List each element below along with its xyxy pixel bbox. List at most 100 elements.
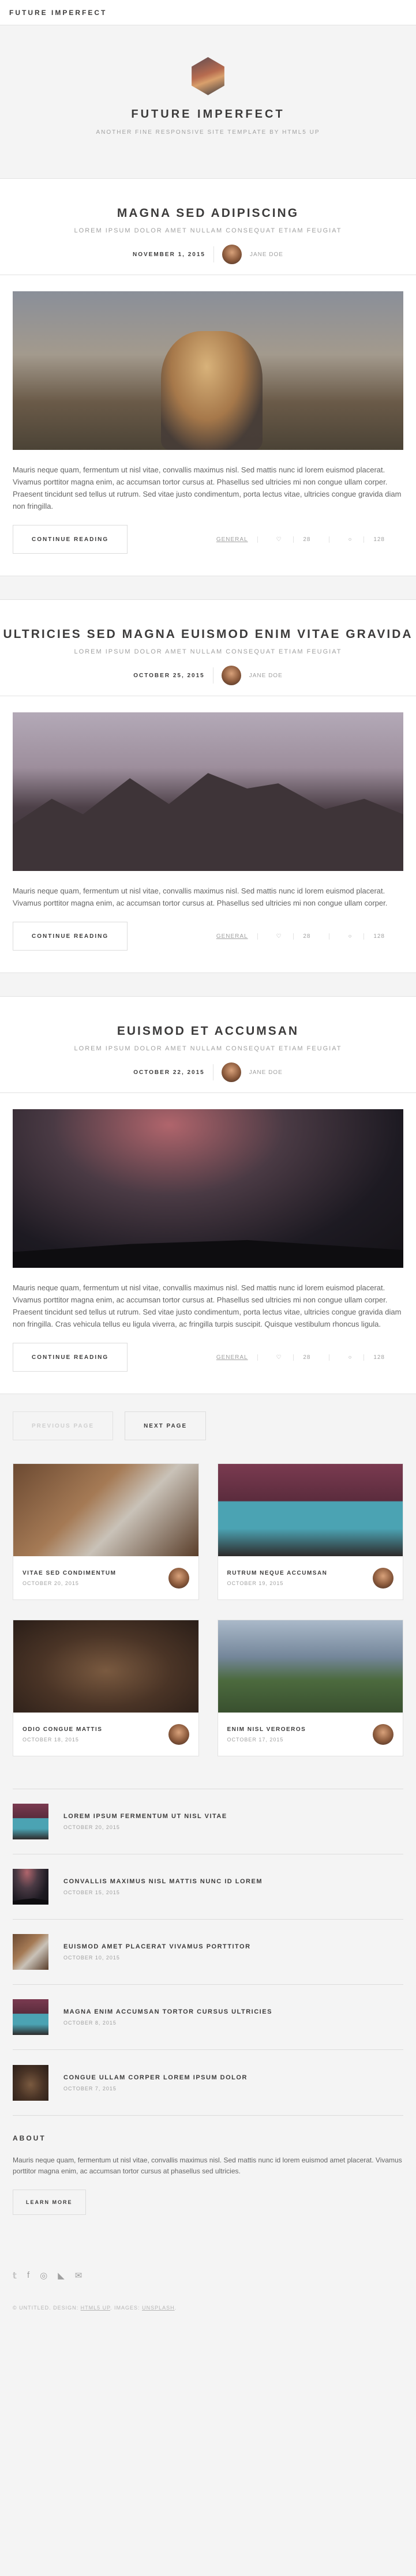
copyright-text: © UNTITLED. DESIGN:: [13, 2305, 79, 2311]
comments-count[interactable]: ○ 128: [329, 1354, 403, 1361]
comment-icon: ○: [348, 933, 355, 940]
mini-post-body: VITAE SED CONDIMENTUM OCTOBER 20, 2015: [13, 1556, 198, 1599]
list-item-title[interactable]: CONGUE ULLAM CORPER LOREM IPSUM DOLOR: [63, 2074, 248, 2081]
email-icon[interactable]: ✉: [75, 2270, 83, 2281]
list-item-thumbnail[interactable]: [13, 2064, 48, 2101]
likes-value: 28: [293, 536, 320, 543]
post-date: OCTOBER 25, 2015: [133, 672, 205, 679]
facebook-icon[interactable]: f: [27, 2270, 29, 2281]
mini-post-title[interactable]: RUTRUM NEQUE ACCUMSAN: [227, 1570, 328, 1576]
comment-icon: ○: [348, 1354, 355, 1361]
author-avatar[interactable]: [373, 1567, 393, 1589]
mini-post-text: RUTRUM NEQUE ACCUMSAN OCTOBER 19, 2015: [227, 1570, 328, 1586]
mini-post-image[interactable]: [218, 1620, 403, 1713]
post-meta: OCTOBER 22, 2015 JANE DOE: [0, 1052, 416, 1092]
mini-post-title[interactable]: ODIO CONGUE MATTIS: [23, 1726, 102, 1733]
post-meta: OCTOBER 25, 2015 JANE DOE: [0, 655, 416, 696]
post-date: NOVEMBER 1, 2015: [133, 251, 205, 258]
instagram-icon[interactable]: ◎: [40, 2270, 47, 2281]
post-title[interactable]: MAGNA SED ADIPISCING: [0, 206, 416, 220]
list-item-thumbnail[interactable]: [13, 1804, 48, 1839]
post-image[interactable]: [13, 1109, 403, 1268]
mini-post-image[interactable]: [218, 1464, 403, 1556]
author-name[interactable]: JANE DOE: [249, 673, 283, 679]
mini-post-title[interactable]: VITAE SED CONDIMENTUM: [23, 1570, 116, 1576]
likes-value: 28: [293, 1354, 320, 1361]
continue-reading-button[interactable]: CONTINUE READING: [13, 922, 128, 951]
post: MAGNA SED ADIPISCING LOREM IPSUM DOLOR A…: [0, 178, 416, 576]
heart-icon: ♡: [276, 1354, 284, 1361]
list-item-thumbnail[interactable]: [13, 1934, 48, 1970]
mini-post-body: RUTRUM NEQUE ACCUMSAN OCTOBER 19, 2015: [218, 1556, 403, 1599]
post-footer: CONTINUE READING GENERAL ♡ 28 ○ 128: [0, 909, 416, 972]
rss-icon[interactable]: ◣: [58, 2270, 65, 2281]
learn-more-button[interactable]: LEARN MORE: [13, 2190, 86, 2215]
design-link[interactable]: HTML5 UP: [81, 2305, 110, 2311]
about-text: Mauris neque quam, fermentum ut nisl vit…: [13, 2156, 402, 2175]
post-meta: NOVEMBER 1, 2015 JANE DOE: [0, 234, 416, 275]
twitter-icon[interactable]: 𝕥: [13, 2270, 17, 2281]
site-logo[interactable]: [192, 57, 224, 95]
list-item-date: OCTOBER 10, 2015: [63, 1955, 120, 1961]
post-header: EUISMOD ET ACCUMSAN LOREM IPSUM DOLOR AM…: [0, 997, 416, 1093]
list-item-title[interactable]: LOREM IPSUM FERMENTUM UT NISL VITAE: [63, 1813, 227, 1820]
post-tag[interactable]: GENERAL: [207, 933, 257, 940]
comments-value: 128: [363, 1354, 394, 1361]
mini-post-image[interactable]: [13, 1464, 198, 1556]
mini-post-title[interactable]: ENIM NISL VEROEROS: [227, 1726, 306, 1733]
continue-reading-button[interactable]: CONTINUE READING: [13, 525, 128, 554]
post-title[interactable]: ULTRICIES SED MAGNA EUISMOD ENIM VITAE G…: [0, 628, 416, 641]
post-list: LOREM IPSUM FERMENTUM UT NISL VITAE OCTO…: [0, 1789, 416, 2115]
images-link[interactable]: UNSPLASH: [142, 2305, 175, 2311]
author-avatar[interactable]: [168, 1567, 189, 1589]
post-stats: GENERAL ♡ 28 ○ 128: [207, 1354, 403, 1361]
likes-count[interactable]: ♡ 28: [257, 536, 329, 543]
post-date: OCTOBER 22, 2015: [133, 1069, 205, 1076]
likes-count[interactable]: ♡ 28: [257, 933, 329, 940]
post-image[interactable]: [13, 291, 403, 450]
list-item-text: MAGNA ENIM ACCUMSAN TORTOR CURSUS ULTRIC…: [63, 2008, 272, 2026]
site-title[interactable]: FUTURE IMPERFECT: [9, 9, 107, 17]
likes-value: 28: [293, 933, 320, 940]
list-item-thumbnail[interactable]: [13, 1869, 48, 1905]
list-item-text: LOREM IPSUM FERMENTUM UT NISL VITAE OCTO…: [63, 1813, 227, 1830]
images-label: IMAGES:: [114, 2305, 140, 2311]
comments-value: 128: [363, 933, 394, 940]
author-avatar[interactable]: [222, 245, 242, 264]
list-item-text: CONGUE ULLAM CORPER LOREM IPSUM DOLOR OC…: [63, 2074, 248, 2091]
post-image[interactable]: [13, 712, 403, 871]
intro-subtitle: ANOTHER FINE RESPONSIVE SITE TEMPLATE BY…: [96, 129, 320, 136]
intro: FUTURE IMPERFECT ANOTHER FINE RESPONSIVE…: [0, 25, 416, 178]
author-name[interactable]: JANE DOE: [250, 251, 283, 258]
mini-post-date: OCTOBER 17, 2015: [227, 1736, 284, 1743]
post-tag[interactable]: GENERAL: [207, 536, 257, 543]
list-item-title[interactable]: CONVALLIS MAXIMUS NISL MATTIS NUNC ID LO…: [63, 1878, 263, 1885]
author-avatar[interactable]: [221, 1062, 241, 1082]
list-item-thumbnail[interactable]: [13, 1999, 48, 2035]
next-page-button[interactable]: NEXT PAGE: [125, 1411, 207, 1440]
post-title[interactable]: EUISMOD ET ACCUMSAN: [0, 1024, 416, 1038]
post-gap: [0, 973, 416, 996]
post-subtitle: LOREM IPSUM DOLOR AMET NULLAM CONSEQUAT …: [74, 648, 342, 655]
list-item-title[interactable]: MAGNA ENIM ACCUMSAN TORTOR CURSUS ULTRIC…: [63, 2008, 272, 2015]
mini-post-text: ENIM NISL VEROEROS OCTOBER 17, 2015: [227, 1726, 306, 1743]
mini-post: ENIM NISL VEROEROS OCTOBER 17, 2015: [217, 1620, 403, 1756]
likes-count[interactable]: ♡ 28: [257, 1354, 329, 1361]
comments-count[interactable]: ○ 128: [329, 933, 403, 940]
list-item: EUISMOD AMET PLACERAT VIVAMUS PORTTITOR …: [13, 1920, 403, 1985]
comments-count[interactable]: ○ 128: [329, 536, 403, 543]
mini-post: RUTRUM NEQUE ACCUMSAN OCTOBER 19, 2015: [217, 1463, 403, 1600]
author-avatar[interactable]: [221, 666, 241, 685]
list-item-title[interactable]: EUISMOD AMET PLACERAT VIVAMUS PORTTITOR: [63, 1943, 251, 1950]
mini-post-text: ODIO CONGUE MATTIS OCTOBER 18, 2015: [23, 1726, 102, 1743]
mini-post-image[interactable]: [13, 1620, 198, 1713]
continue-reading-button[interactable]: CONTINUE READING: [13, 1343, 128, 1372]
post-tag[interactable]: GENERAL: [207, 1354, 257, 1361]
author-name[interactable]: JANE DOE: [249, 1069, 283, 1076]
list-item: MAGNA ENIM ACCUMSAN TORTOR CURSUS ULTRIC…: [13, 1985, 403, 2050]
author-avatar[interactable]: [168, 1723, 189, 1745]
heart-icon: ♡: [276, 933, 284, 940]
previous-page-button[interactable]: PREVIOUS PAGE: [13, 1411, 114, 1440]
pagination: PREVIOUS PAGE NEXT PAGE: [0, 1394, 416, 1463]
author-avatar[interactable]: [373, 1723, 393, 1745]
